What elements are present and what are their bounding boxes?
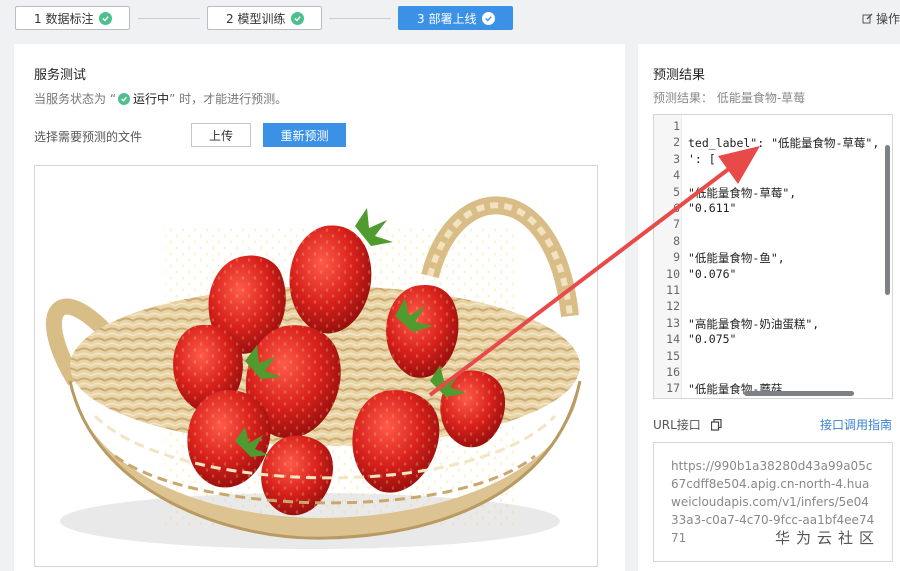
upload-button[interactable]: 上传 xyxy=(191,123,251,147)
result-json-viewer[interactable]: 1 2 ted_label": "低能量食物-草莓", 3 ': [4 5 "低能量食物-草… xyxy=(653,114,893,399)
api-guide-link[interactable]: 接口调用指南 xyxy=(820,416,892,433)
code-line: "高能量食物-奶油蛋糕", xyxy=(688,316,820,331)
code-line: ': [ xyxy=(688,151,716,166)
line-number: 12 xyxy=(666,299,680,314)
line-number: 1 xyxy=(673,119,680,133)
url-value-box[interactable]: https://990b1a38280d43a99a05c67cdff8e504… xyxy=(653,442,893,562)
line-number: 16 xyxy=(666,365,680,379)
copy-icon[interactable] xyxy=(710,418,722,431)
repredict-button[interactable]: 重新预测 xyxy=(263,123,346,147)
check-circle-icon xyxy=(291,11,305,25)
line-number: 14 xyxy=(666,332,680,347)
service-test-title: 服务测试 xyxy=(34,68,87,83)
line-number: 2 xyxy=(673,135,680,150)
steps-bar: 1 数据标注 2 模型训练 3 部署上线 操作 xyxy=(0,0,900,44)
line-number: 11 xyxy=(666,283,680,297)
edit-icon xyxy=(862,13,873,24)
line-number: 9 xyxy=(673,250,680,265)
operations-menu[interactable]: 操作 xyxy=(862,10,900,27)
service-test-panel: 服务测试 当服务状态为 “ 运行中 ” 时，才能进行预测。 选择需要预测的文件 … xyxy=(14,44,625,571)
line-number: 13 xyxy=(666,315,680,330)
code-line: "低能量食物-草莓", xyxy=(688,185,797,200)
result-summary: 预测结果： 低能量食物-草莓 xyxy=(653,91,806,105)
operations-label: 操作 xyxy=(875,12,900,26)
line-number: 5 xyxy=(673,184,680,199)
vertical-scrollbar[interactable] xyxy=(885,145,890,295)
step-deploy-online[interactable]: 3 部署上线 xyxy=(398,6,513,30)
horizontal-scrollbar[interactable] xyxy=(744,391,854,396)
code-line: "0.611" xyxy=(688,201,737,215)
strawberry-basket-image xyxy=(35,166,597,566)
result-title: 预测结果 xyxy=(653,68,706,83)
check-circle-icon xyxy=(99,11,113,25)
running-status-icon xyxy=(118,92,131,105)
step-connector xyxy=(138,18,200,19)
line-number: 15 xyxy=(666,348,680,363)
step-connector xyxy=(329,18,391,19)
code-line: ted_label": "低能量食物-草莓", xyxy=(688,136,880,151)
url-label: URL接口 xyxy=(653,418,701,432)
prediction-result-panel: 预测结果 预测结果： 低能量食物-草莓 1 2 ted_label": "低能量食物… xyxy=(638,44,900,571)
check-circle-icon xyxy=(482,11,496,25)
step-label: 2 模型训练 xyxy=(226,11,286,26)
line-number: 3 xyxy=(673,151,680,166)
line-number: 8 xyxy=(673,233,680,248)
uploaded-image-preview xyxy=(34,165,598,567)
watermark: 华为云社区 xyxy=(774,529,880,547)
desc-suffix: ” 时，才能进行预测。 xyxy=(169,92,288,106)
file-select-label: 选择需要预测的文件 xyxy=(34,130,143,144)
step-data-labeling[interactable]: 1 数据标注 xyxy=(15,6,130,30)
line-number: 17 xyxy=(666,381,680,396)
code-line: "低能量食物-鱼", xyxy=(688,251,785,266)
line-number: 4 xyxy=(673,168,680,183)
line-number: 6 xyxy=(673,201,680,215)
service-test-description: 当服务状态为 “ 运行中 ” 时，才能进行预测。 xyxy=(34,90,287,107)
step-label: 3 部署上线 xyxy=(417,11,477,26)
code-line: "0.076" xyxy=(688,266,737,281)
line-number: 7 xyxy=(673,217,680,232)
line-number: 10 xyxy=(666,266,680,281)
step-label: 1 数据标注 xyxy=(34,11,94,26)
desc-prefix: 当服务状态为 “ xyxy=(34,92,117,106)
desc-status: 运行中 xyxy=(133,92,170,106)
url-label-row: URL接口 xyxy=(653,416,722,433)
code-line: "0.075" xyxy=(688,332,737,347)
step-model-training[interactable]: 2 模型训练 xyxy=(207,6,322,30)
